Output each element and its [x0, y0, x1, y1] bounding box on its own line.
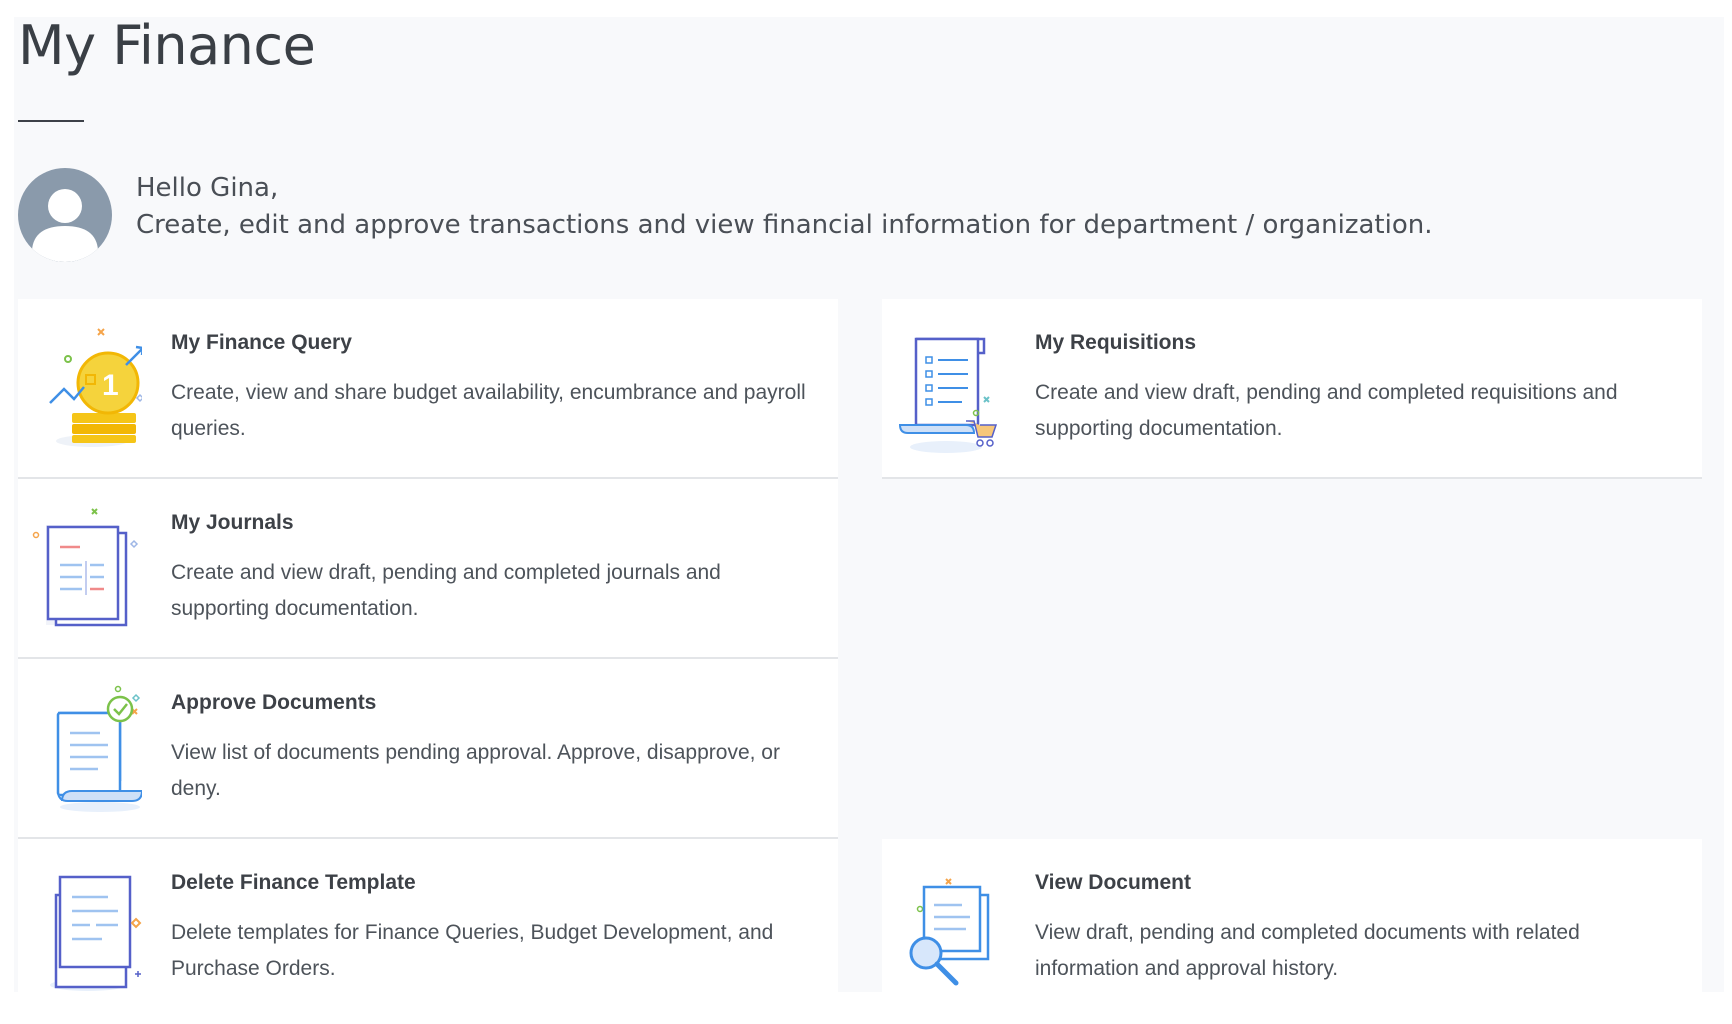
card-description: View list of documents pending approval.…: [171, 741, 780, 800]
svg-text:1: 1: [102, 369, 119, 402]
card-title: Approve Documents: [171, 691, 377, 714]
card-my-requisitions[interactable]: My Requisitions Create and view draft, p…: [882, 299, 1702, 479]
journal-pages-icon: [32, 508, 139, 627]
card-description: Create, view and share budget availabili…: [171, 381, 806, 440]
card-title: My Journals: [171, 511, 294, 534]
user-avatar-icon: [32, 189, 98, 262]
avatar[interactable]: [18, 168, 112, 262]
greeting-text: Hello Gina,: [136, 173, 279, 203]
card-title: View Document: [1035, 871, 1191, 894]
card-title: My Requisitions: [1035, 331, 1197, 354]
page-title: My Finance: [18, 14, 316, 77]
title-divider: [18, 120, 84, 122]
welcome-message: Hello Gina, Create, edit and approve tra…: [136, 170, 1432, 244]
card-delete-finance-template[interactable]: Delete Finance Template Delete templates…: [18, 839, 838, 992]
card-title: Delete Finance Template: [171, 871, 416, 894]
finance-template-icon: [50, 875, 142, 991]
card-description: View draft, pending and completed docume…: [1035, 921, 1580, 980]
card-description: Create and view draft, pending and compl…: [171, 561, 721, 620]
document-search-icon: [909, 878, 990, 986]
approved-document-icon: [56, 685, 142, 812]
card-description: Delete templates for Finance Queries, Bu…: [171, 921, 774, 980]
card-view-document[interactable]: View Document View draft, pending and co…: [882, 839, 1702, 992]
card-approve-documents[interactable]: Approve Documents View list of documents…: [18, 659, 838, 839]
welcome-description: Create, edit and approve transactions an…: [136, 210, 1433, 240]
coins-chart-icon: 1: [49, 328, 142, 447]
card-title: My Finance Query: [171, 331, 352, 354]
card-my-journals[interactable]: My Journals Create and view draft, pendi…: [18, 479, 838, 659]
requisition-scroll-icon: [898, 337, 998, 453]
card-my-finance-query[interactable]: 1 My Finance Query Create, view and shar…: [18, 299, 838, 479]
card-description: Create and view draft, pending and compl…: [1035, 381, 1618, 440]
